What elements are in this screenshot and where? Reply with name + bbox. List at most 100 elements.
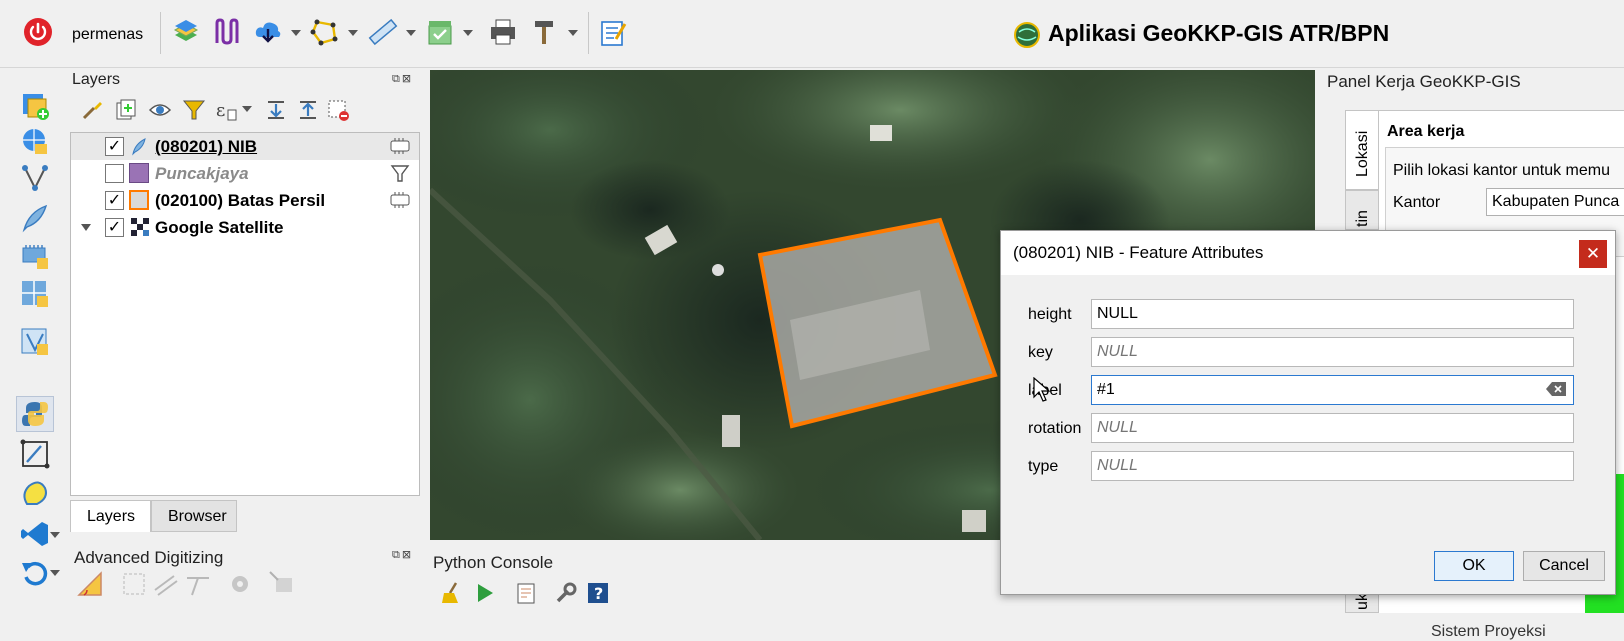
dialog-titlebar[interactable]: (080201) NIB - Feature Attributes ✕ — [1001, 231, 1615, 275]
height-field[interactable] — [1091, 299, 1574, 329]
adv-digitizing-title: Advanced Digitizing — [74, 548, 224, 567]
polygon-icon[interactable] — [306, 14, 342, 50]
polygon-dropdown-arrow[interactable] — [348, 30, 358, 36]
layer-row-puncakjaya[interactable]: Puncakjaya — [71, 160, 419, 187]
layer-label: (080201) NIB — [155, 137, 258, 156]
measure-dropdown-arrow[interactable] — [406, 30, 416, 36]
angle-tool-icon[interactable] — [76, 570, 104, 602]
add-group-icon[interactable] — [112, 96, 140, 124]
tab-secondary[interactable]: tin — [1345, 190, 1379, 230]
layers-panel-tabs: Layers Browser — [70, 500, 422, 532]
expression-filter-icon[interactable]: ε — [212, 96, 240, 124]
globe-logo-icon — [1014, 22, 1040, 52]
remove-layer-icon[interactable] — [324, 96, 352, 124]
layers-toolbar: ε — [78, 94, 418, 128]
layer-row-nib[interactable]: ✓ (080201) NIB — [71, 133, 419, 160]
expression-dropdown-arrow[interactable] — [242, 106, 252, 112]
add-line-layer-icon[interactable] — [16, 324, 54, 360]
clear-console-broom-icon[interactable] — [440, 581, 464, 609]
approve-dropdown-arrow[interactable] — [463, 30, 473, 36]
add-wms-icon[interactable] — [16, 124, 54, 160]
vertex-tool-icon[interactable] — [16, 160, 54, 196]
options-wrench-icon[interactable] — [554, 581, 578, 609]
rotation-field[interactable] — [1091, 413, 1574, 443]
layer-row-batas-persil[interactable]: ✓ (020100) Batas Persil — [71, 187, 419, 214]
settings-gear-icon — [226, 570, 254, 602]
dialog-title: (080201) NIB - Feature Attributes — [1013, 243, 1264, 262]
approve-box-icon[interactable] — [422, 14, 458, 50]
type-field[interactable] — [1091, 451, 1574, 481]
measure-ruler-icon[interactable] — [365, 14, 401, 50]
tab-layers[interactable]: Layers — [70, 500, 151, 532]
cancel-button[interactable]: Cancel — [1523, 551, 1605, 581]
layer-indicator-icon[interactable] — [389, 136, 411, 156]
expand-arrow-icon[interactable] — [81, 224, 91, 231]
label-field[interactable] — [1091, 375, 1574, 405]
shape-edit-icon[interactable] — [16, 476, 54, 512]
show-editor-icon[interactable] — [514, 581, 538, 609]
sistem-proyeksi-label: Sistem Proyeksi — [1431, 623, 1546, 640]
layer-visibility-checkbox[interactable]: ✓ — [105, 218, 124, 237]
raster-checker-icon — [131, 218, 149, 240]
tab-browser[interactable]: Browser — [151, 500, 237, 532]
add-raster-icon[interactable] — [16, 238, 54, 274]
python-console-panel: Python Console ? — [430, 545, 1010, 613]
clear-field-icon[interactable] — [1546, 382, 1566, 400]
filter-icon[interactable] — [180, 96, 208, 124]
print-icon[interactable] — [485, 14, 521, 50]
pen-edit-icon — [129, 136, 149, 160]
field-label-rotation: rotation — [1028, 420, 1082, 437]
filter-indicator-icon[interactable] — [389, 163, 411, 183]
ok-button[interactable]: OK — [1434, 551, 1514, 581]
layers-panel: Layers ⧉⊠ ε ✓ (080201) NIB Puncakjaya ✓ … — [70, 68, 422, 532]
tab-secondary-label: tin — [1354, 210, 1371, 227]
cloud-download-icon[interactable] — [250, 14, 286, 50]
feather-digitize-icon[interactable] — [16, 200, 54, 236]
area-kerja-title: Area kerja — [1387, 123, 1465, 140]
layer-indicator-icon[interactable] — [389, 190, 411, 210]
kantor-label: Kantor — [1393, 194, 1441, 211]
add-layer-icon[interactable] — [16, 88, 54, 124]
dialog-close-button[interactable]: ✕ — [1579, 240, 1607, 268]
add-grid-icon[interactable] — [16, 276, 54, 312]
expand-all-icon[interactable] — [262, 96, 290, 124]
panel-float-close-buttons[interactable]: ⧉⊠ — [392, 72, 413, 86]
layers-stack-icon[interactable] — [168, 14, 204, 50]
layer-label: Google Satellite — [155, 218, 284, 237]
layer-tree: ✓ (080201) NIB Puncakjaya ✓ (020100) Bat… — [70, 132, 420, 496]
layer-label: (020100) Batas Persil — [155, 191, 326, 210]
perpendicular-icon — [184, 570, 212, 602]
help-icon[interactable]: ? — [586, 581, 610, 609]
notepad-edit-icon[interactable] — [595, 14, 631, 50]
panel-float-close-buttons[interactable]: ⧉⊠ — [392, 548, 413, 562]
digitize-path-icon[interactable] — [209, 14, 245, 50]
vscode-icon[interactable] — [16, 516, 54, 552]
layer-label: Puncakjaya — [155, 164, 249, 183]
power-icon[interactable] — [20, 14, 56, 50]
toolbar-separator — [160, 12, 161, 54]
layer-visibility-checkbox[interactable]: ✓ — [105, 137, 124, 156]
tab-lokasi[interactable]: Lokasi — [1345, 110, 1379, 190]
floater-icon — [268, 570, 296, 602]
run-play-icon[interactable] — [472, 581, 496, 609]
style-brush-icon[interactable] — [78, 96, 106, 124]
hammer-dropdown-arrow[interactable] — [568, 30, 578, 36]
cloud-dropdown-arrow[interactable] — [291, 30, 301, 36]
layer-row-google-satellite[interactable]: ✓ Google Satellite — [71, 214, 419, 241]
layer-visibility-checkbox[interactable] — [105, 164, 124, 183]
python-icon[interactable] — [16, 396, 54, 432]
kantor-select[interactable]: Kabupaten Punca — [1486, 188, 1624, 216]
polygon-style-swatch — [129, 163, 149, 183]
hammer-icon[interactable] — [527, 14, 563, 50]
layer-visibility-checkbox[interactable]: ✓ — [105, 191, 124, 210]
construction-mode-icon — [120, 570, 148, 602]
collapse-all-icon[interactable] — [294, 96, 322, 124]
visibility-eye-icon[interactable] — [146, 96, 174, 124]
key-field[interactable] — [1091, 337, 1574, 367]
layers-panel-title: Layers — [72, 71, 121, 88]
parallel-icon — [152, 570, 180, 602]
edit-geometry-icon[interactable] — [16, 436, 54, 472]
vscode-dropdown-arrow[interactable] — [50, 532, 60, 538]
undo-icon[interactable] — [16, 554, 54, 590]
undo-dropdown-arrow[interactable] — [50, 570, 60, 576]
